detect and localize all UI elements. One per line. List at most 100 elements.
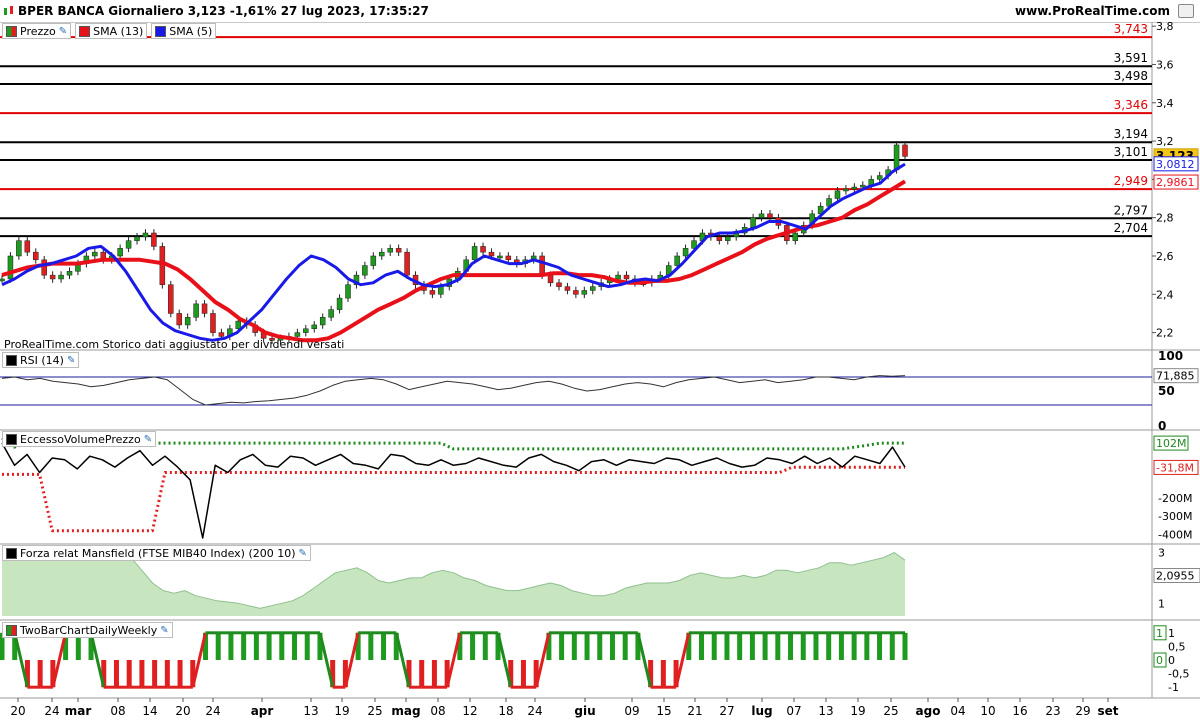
time-tick-label: 27 [719,704,734,718]
level-label: 2,797 [1114,203,1148,217]
candle [294,332,301,337]
candle [792,232,799,241]
legend-rsi-label: RSI (14) [20,353,64,367]
evp-badge-up-label: 102M [1156,437,1187,450]
candle [184,317,191,326]
twobar-bar [126,660,132,688]
time-tick-label: giu [574,704,595,718]
legend-twobar-label: TwoBarChartDailyWeekly [20,623,158,637]
sma5-line [1,162,906,342]
twobar-tick-label: -1 [1168,681,1179,694]
legend-mansfield[interactable]: Forza relat Mansfield (FTSE MIB40 Index)… [2,545,311,561]
candle [7,255,14,280]
twobar-bar [800,632,806,660]
candle [893,144,900,171]
candle [362,265,368,276]
rsi-swatch-icon [6,354,17,366]
legend-rsi[interactable]: RSI (14) ✎ [2,352,80,368]
candle [860,184,866,188]
time-tick-label: 24 [205,704,220,718]
twobar-bar [139,660,145,688]
candle [159,246,166,285]
chart-header: BPER BANCA Giornaliero 3,123 -1,61% 27 l… [0,0,1200,23]
twobar-bar [775,632,781,660]
price-tick-label: 2,4 [1156,288,1174,301]
candle [235,320,242,330]
twobar-bar [877,632,883,660]
twobar-bar [813,632,819,660]
twobar-bar [749,632,755,660]
time-tick-label: 25 [883,704,898,718]
twobar-bar [152,660,158,688]
site-url[interactable]: www.ProRealTime.com [1015,4,1170,18]
twobar-bar [431,660,437,688]
twobar-bar [826,632,832,660]
twobar-legend: TwoBarChartDailyWeekly ✎ [2,622,173,638]
candle [0,278,5,282]
twobar-bar [228,632,234,660]
mansfield-badge-label: 2,0955 [1156,569,1195,582]
legend-sma5[interactable]: SMA (5) [151,23,217,39]
twobar-bar [266,632,272,660]
chart-title: BPER BANCA Giornaliero 3,123 -1,61% 27 l… [18,4,429,18]
mansfield-area [2,552,905,616]
twobar-bar [304,632,310,660]
time-tick-label: ago [916,704,941,718]
rsi-tick-label: 100 [1158,349,1183,363]
twobar-bar [381,632,387,660]
candle [41,259,47,276]
candle [49,274,56,280]
candle [834,190,841,199]
candle [674,255,680,266]
chart-area[interactable]: 3,8 3,6 3,4 3,2 3 2,8 2,6 2,4 2,2 3,743 3,591 3,498… [0,22,1200,720]
twobar-bar [838,632,844,660]
evp-tick-label: -400M [1158,528,1192,541]
rsi-badge-label: 71,885 [1156,370,1195,383]
twobar-bar [597,632,603,660]
time-tick-label: 07 [786,704,801,718]
twobar-bar [177,660,183,688]
twobar-bar [368,632,374,660]
mansfield-tick-label: 3 [1158,547,1165,560]
twobar-tick-label: -0,5 [1168,668,1189,681]
twobar-bar [419,660,425,688]
rsi-line [1,375,906,406]
candle [134,236,140,241]
wrench-icon[interactable]: ✎ [144,434,152,445]
candle [716,236,723,241]
candle [125,240,132,249]
candle [615,274,621,280]
twobar-bar [482,632,488,660]
twobar-bar [902,632,908,660]
twobar-bar [470,632,476,660]
time-tick-label: 04 [950,704,965,718]
candle [151,232,157,247]
sma13-line [1,179,907,343]
candle [851,186,858,190]
chart-window: { "header":{"title":"BPER BANCA Giornali… [0,0,1200,720]
twobar-bar [215,632,221,660]
level-label: 3,346 [1114,98,1148,112]
time-tick-label: 13 [818,704,833,718]
candle [201,303,208,314]
twobar-bar [889,632,895,660]
legend-price[interactable]: Prezzo ✎ [2,23,72,39]
window-icon[interactable] [1178,4,1194,18]
legend-twobar[interactable]: TwoBarChartDailyWeekly ✎ [2,622,173,638]
candle [395,248,402,253]
wrench-icon[interactable]: ✎ [299,548,307,559]
candle [564,286,571,291]
legend-evp[interactable]: EccessoVolumePrezzo ✎ [2,431,157,447]
time-tick-label: 19 [334,704,349,718]
twobar-bar [609,632,615,660]
level-label: 2,949 [1114,174,1148,188]
time-tick-label: 19 [850,704,865,718]
wrench-icon[interactable]: ✎ [160,625,168,636]
price-tick-label: 2,2 [1156,327,1174,340]
candle [682,248,689,257]
candle [210,313,216,333]
legend-sma13[interactable]: SMA (13) [75,23,148,39]
wrench-icon[interactable]: ✎ [59,26,67,37]
level-label: 3,743 [1114,22,1148,36]
wrench-icon[interactable]: ✎ [67,355,75,366]
